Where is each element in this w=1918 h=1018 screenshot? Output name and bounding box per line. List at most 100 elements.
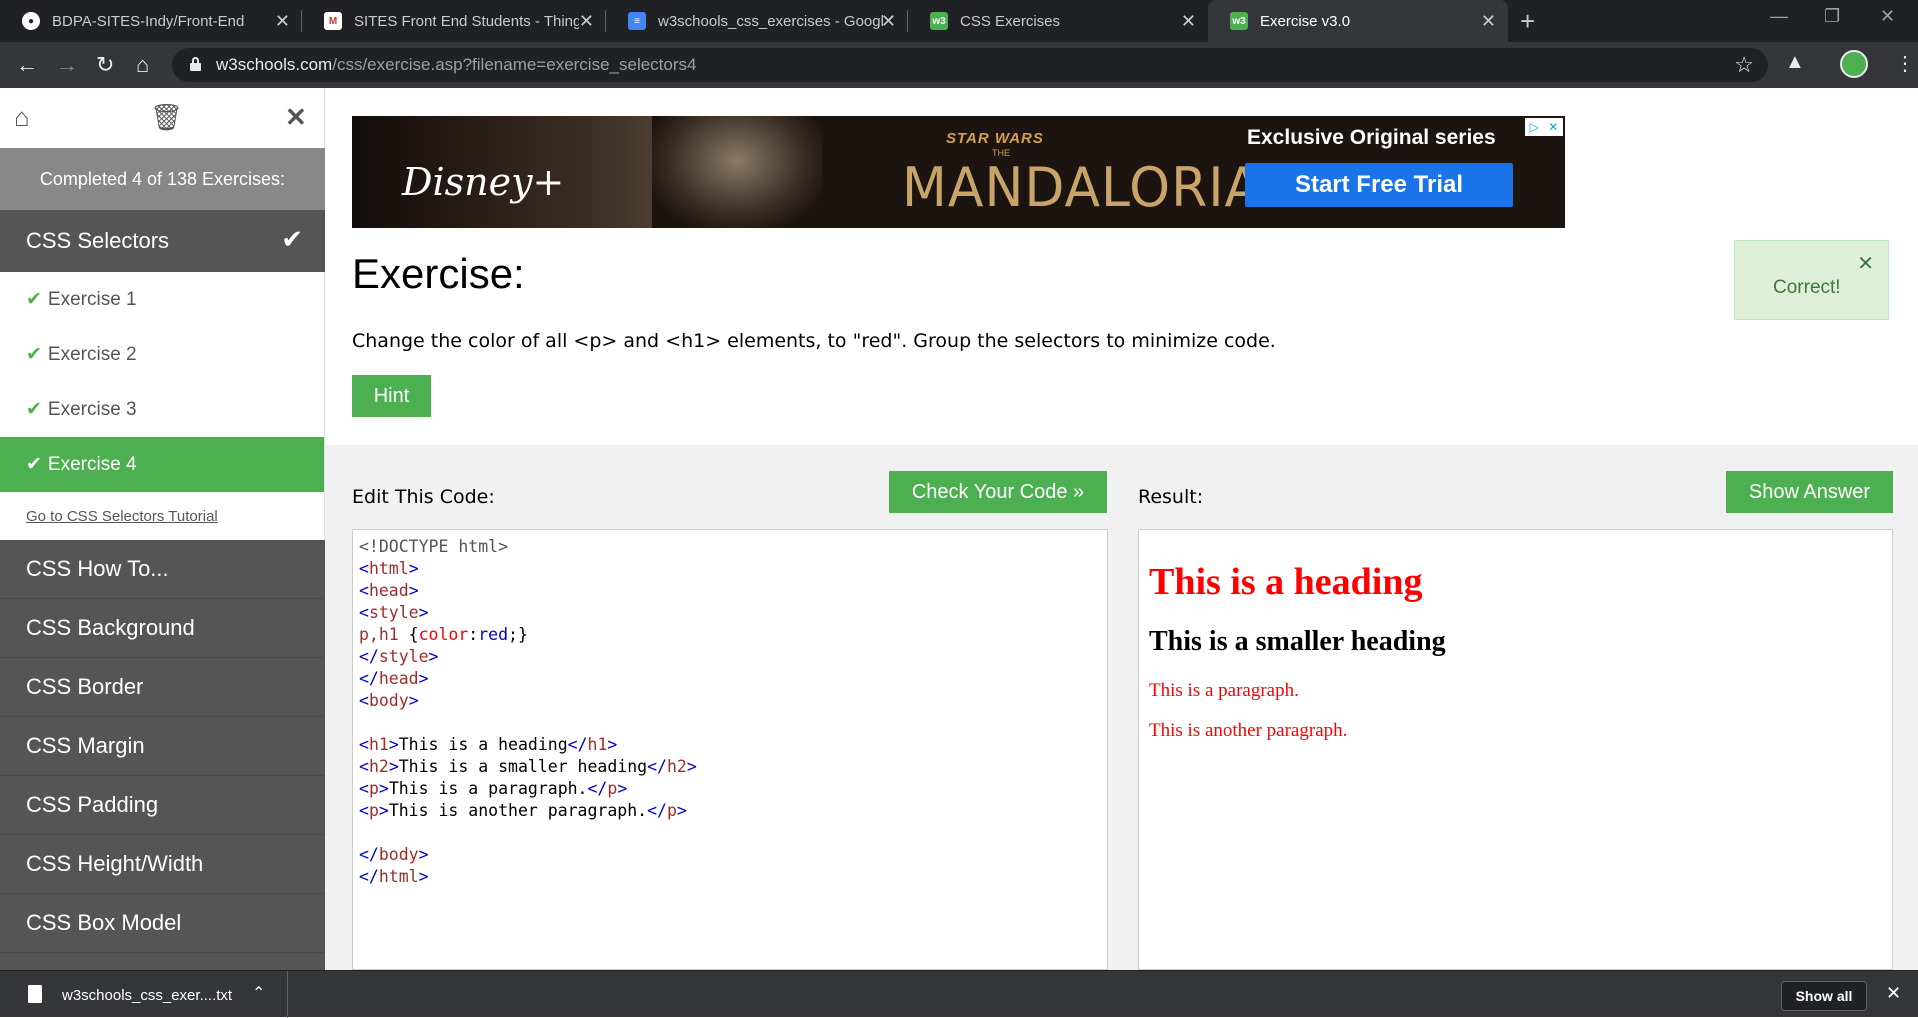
code-token: >: [388, 757, 399, 776]
tab-label: CSS Exercises: [960, 12, 1061, 30]
checkmark-icon: ✔: [26, 344, 42, 365]
close-icon[interactable]: ✕: [285, 102, 307, 133]
code-line: <!DOCTYPE html>: [359, 536, 1101, 558]
result-paragraph-1: This is a paragraph.: [1149, 680, 1299, 701]
browser-tab-gmail[interactable]: M SITES Front End Students - Thing ✕: [302, 0, 606, 42]
browser-tab-exercise[interactable]: w3 Exercise v3.0 ✕: [1208, 0, 1508, 42]
browser-tab-css-exercises[interactable]: w3 CSS Exercises ✕: [908, 0, 1208, 42]
sidebar-item-css-border[interactable]: CSS Border: [0, 658, 325, 717]
tab-close-icon[interactable]: ✕: [275, 11, 290, 32]
gmail-icon: M: [324, 12, 342, 30]
browser-tab-github[interactable]: ● BDPA-SITES-Indy/Front-End ✕: [0, 0, 302, 42]
tutorial-link[interactable]: Go to CSS Selectors Tutorial: [26, 508, 218, 525]
code-token: This is another paragraph.: [388, 801, 648, 820]
code-token: <: [359, 779, 369, 798]
tab-label: SITES Front End Students - Thing: [354, 12, 579, 30]
tab-close-icon[interactable]: ✕: [1481, 11, 1496, 32]
tab-close-icon[interactable]: ✕: [881, 11, 896, 32]
sidebar-item-css-background[interactable]: CSS Background: [0, 599, 325, 658]
home-icon[interactable]: ⌂: [136, 52, 149, 78]
code-token: This is a paragraph.: [388, 779, 588, 798]
reload-icon[interactable]: ↻: [96, 52, 114, 78]
tab-close-icon[interactable]: ✕: [579, 11, 594, 32]
code-token: {: [408, 625, 419, 644]
tab-label: Exercise v3.0: [1260, 12, 1351, 30]
window-close-icon[interactable]: ✕: [1880, 6, 1895, 27]
restore-icon[interactable]: ❐: [1824, 6, 1840, 27]
sidebar-item-css-padding[interactable]: CSS Padding: [0, 776, 325, 835]
close-icon[interactable]: ✕: [1886, 983, 1901, 1004]
forward-icon[interactable]: →: [56, 52, 78, 78]
code-token: </: [647, 757, 667, 776]
download-item[interactable]: w3schools_css_exer....txt ⌃: [0, 971, 288, 1018]
tab-close-icon[interactable]: ✕: [1181, 11, 1196, 32]
code-line: p,h1 {color:red;}: [359, 624, 1101, 646]
profile-avatar[interactable]: [1840, 50, 1868, 78]
menu-kebab-icon[interactable]: ⋮: [1895, 51, 1915, 76]
sidebar-item-exercise-4[interactable]: ✔ Exercise 4: [0, 437, 325, 492]
sidebar-item-css-height-width[interactable]: CSS Height/Width: [0, 835, 325, 894]
code-token: head: [368, 581, 409, 600]
code-token: </: [567, 735, 588, 754]
code-token: >: [418, 669, 429, 688]
github-icon: ●: [22, 12, 40, 30]
correct-text: Correct!: [1773, 277, 1841, 298]
bookmark-star-icon[interactable]: ☆: [1734, 52, 1754, 78]
ad-cta-button[interactable]: Start Free Trial: [1245, 163, 1513, 207]
trash-icon[interactable]: 🗑: [150, 102, 183, 133]
code-line: <h2>This is a smaller heading</h2>: [359, 756, 1101, 778]
result-heading-1: This is a heading: [1149, 561, 1423, 603]
sidebar-item-css-how-to[interactable]: CSS How To...: [0, 540, 325, 599]
sidebar-item-exercise-3[interactable]: ✔ Exercise 3: [0, 382, 325, 437]
code-editor[interactable]: <!DOCTYPE html> <html> <head> <style> p,h1 {…: [352, 529, 1108, 970]
hint-button[interactable]: Hint: [352, 375, 431, 417]
code-token: >: [388, 735, 399, 754]
section-css-selectors[interactable]: CSS Selectors ✔: [0, 210, 325, 272]
code-token: </: [359, 669, 379, 688]
code-token: p,h1: [359, 625, 409, 644]
browser-tab-docs[interactable]: ≡ w3schools_css_exercises - Google ✕: [606, 0, 908, 42]
code-token: >: [378, 779, 389, 798]
show-answer-button[interactable]: Show Answer: [1726, 471, 1893, 513]
back-icon[interactable]: ←: [16, 52, 38, 78]
drive-icon[interactable]: ▲: [1785, 51, 1805, 74]
ad-franchise: STAR WARS: [946, 130, 1044, 147]
sidebar-item-css-box-model[interactable]: CSS Box Model: [0, 894, 325, 953]
code-token: <: [359, 801, 369, 820]
w3-icon: w3: [1230, 12, 1248, 30]
code-token: ;}: [508, 625, 528, 644]
show-all-button[interactable]: Show all: [1781, 981, 1867, 1011]
page-title: Exercise:: [352, 250, 525, 297]
ad-banner[interactable]: Disney+ STAR WARS THE MANDALORIAN Exclus…: [352, 116, 1565, 228]
ad-brand: Disney+: [402, 160, 565, 204]
close-icon[interactable]: ✕: [1857, 251, 1874, 276]
exercise-description: Change the color of all <p> and <h1> ele…: [352, 330, 1276, 352]
code-token: </: [359, 867, 379, 886]
lock-icon: [190, 57, 201, 71]
sidebar-toolbar: ⌂ 🗑 ✕: [0, 88, 325, 148]
code-line: </head>: [359, 668, 1101, 690]
check-code-button[interactable]: Check Your Code »: [889, 471, 1107, 513]
sidebar-item-exercise-2[interactable]: ✔ Exercise 2: [0, 327, 325, 382]
adchoices-icon[interactable]: ▷ ✕: [1525, 118, 1563, 136]
url-host: w3schools.com: [216, 55, 333, 74]
chevron-up-icon[interactable]: ⌃: [252, 983, 265, 1003]
file-icon: [28, 985, 42, 1003]
code-line: <p>This is a paragraph.</p>: [359, 778, 1101, 800]
result-frame: This is a heading This is a smaller head…: [1138, 529, 1893, 970]
code-token: >: [408, 581, 419, 600]
home-icon[interactable]: ⌂: [14, 102, 30, 133]
new-tab-icon[interactable]: +: [1520, 6, 1535, 37]
code-token: </: [647, 801, 667, 820]
code-token: </: [587, 779, 608, 798]
url-text[interactable]: w3schools.com/css/exercise.asp?filename=…: [216, 55, 696, 75]
sidebar-item-css-margin[interactable]: CSS Margin: [0, 717, 325, 776]
address-bar[interactable]: w3schools.com/css/exercise.asp?filename=…: [172, 48, 1768, 82]
minimize-icon[interactable]: —: [1770, 6, 1788, 27]
sidebar-item-exercise-1[interactable]: ✔ Exercise 1: [0, 272, 325, 327]
code-token: :: [468, 625, 479, 644]
checkmark-icon: ✔: [26, 399, 42, 420]
exercise-label: Exercise 4: [47, 453, 137, 475]
code-line: </style>: [359, 646, 1101, 668]
